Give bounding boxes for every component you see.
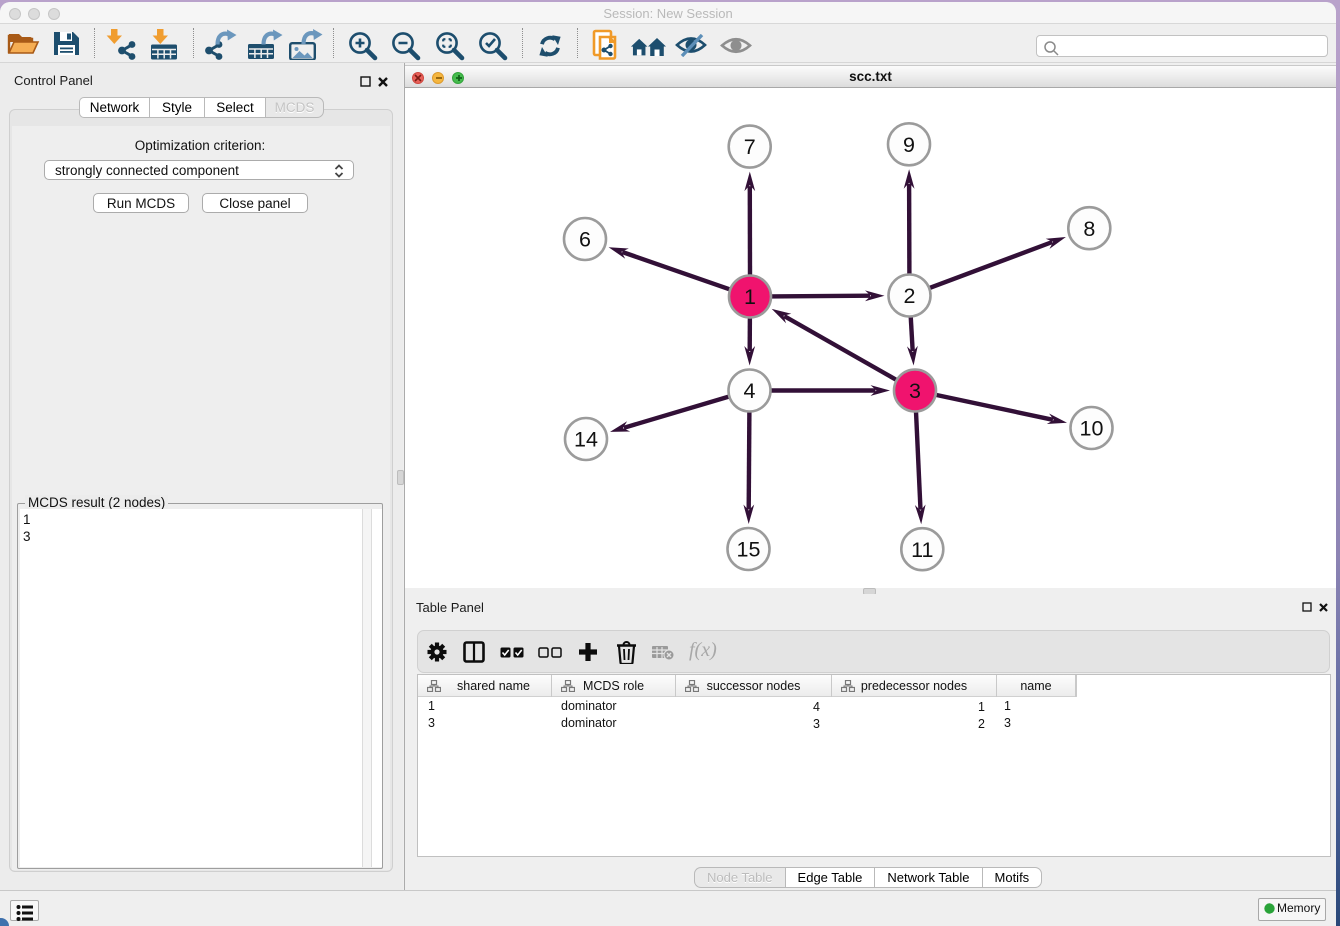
svg-text:8: 8 <box>1083 217 1095 241</box>
svg-text:9: 9 <box>903 133 915 157</box>
svg-text:3: 3 <box>909 379 921 403</box>
svg-text:4: 4 <box>744 379 756 403</box>
svg-text:6: 6 <box>579 228 591 252</box>
svg-text:15: 15 <box>737 538 761 562</box>
svg-text:1: 1 <box>744 285 756 309</box>
svg-text:10: 10 <box>1080 417 1104 441</box>
svg-text:2: 2 <box>904 284 916 308</box>
svg-text:11: 11 <box>911 538 933 562</box>
svg-text:14: 14 <box>574 428 598 452</box>
svg-text:7: 7 <box>744 135 756 159</box>
